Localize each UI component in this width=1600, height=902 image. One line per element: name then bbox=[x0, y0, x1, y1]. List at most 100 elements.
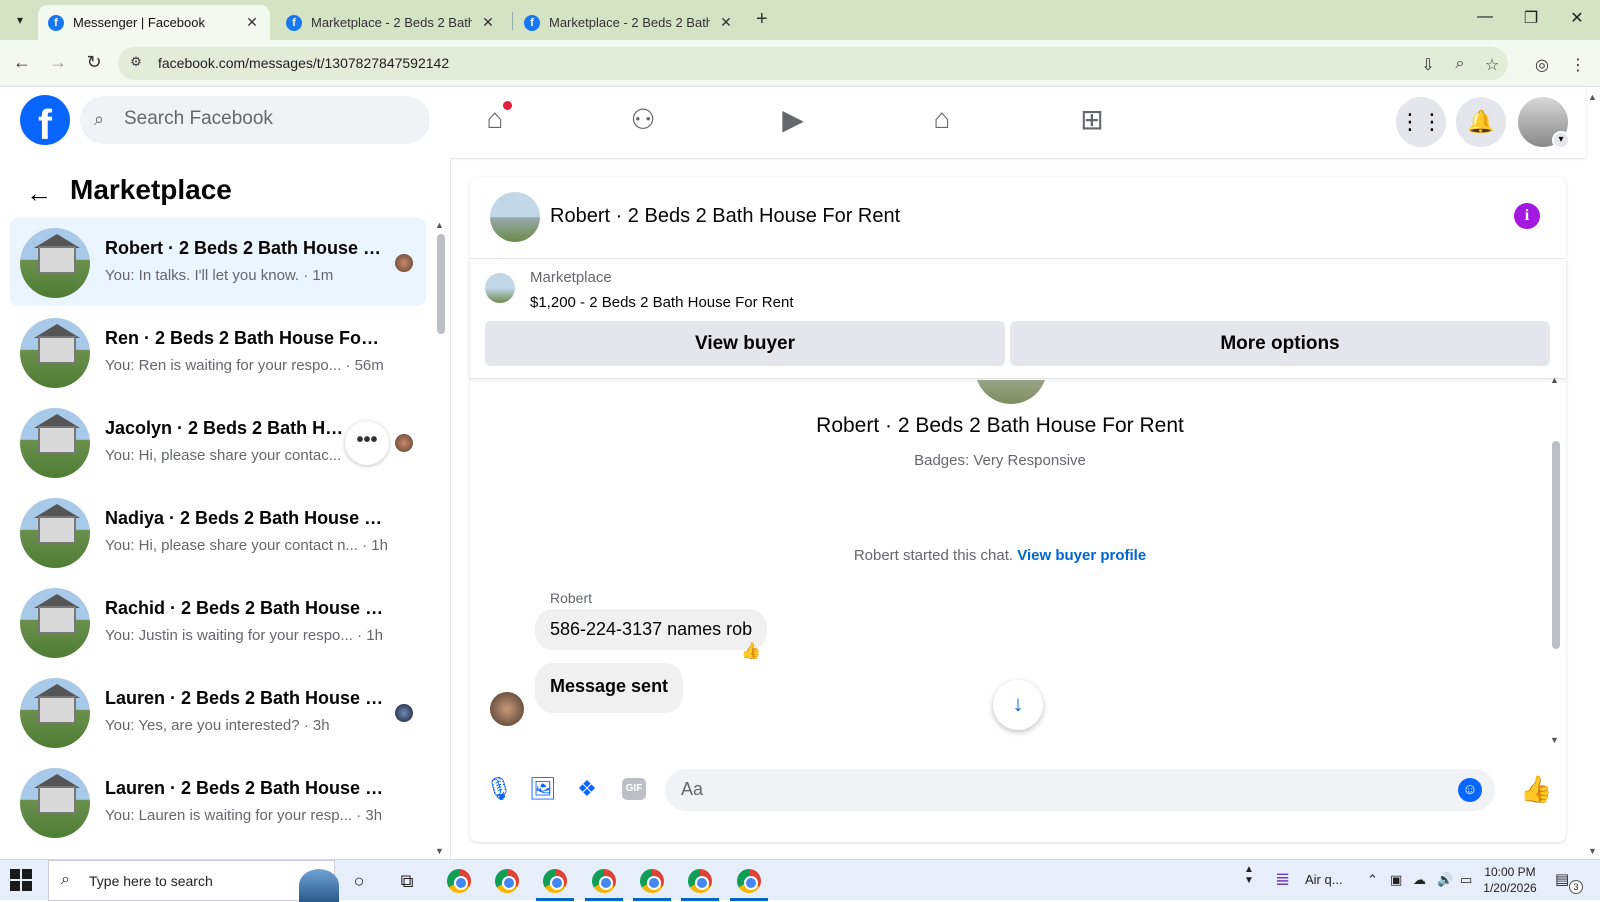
page-scroll-up-arrow-icon[interactable]: ▲ bbox=[1588, 92, 1597, 102]
conversation-item-robert[interactable]: Robert · 2 Beds 2 Bath House For Rent Yo… bbox=[10, 218, 426, 306]
conversation-item-rachid[interactable]: Rachid · 2 Beds 2 Bath House For Rent Yo… bbox=[10, 578, 426, 666]
volume-icon[interactable]: 🔊 bbox=[1437, 872, 1453, 888]
clock-date: 1/20/2026 bbox=[1483, 881, 1537, 895]
back-arrow-icon[interactable]: ← bbox=[26, 178, 52, 209]
address-bar-row: ← → ↻ ⚙ facebook.com/messages/t/13078278… bbox=[0, 40, 1600, 87]
network-icon[interactable]: ▣ bbox=[1390, 872, 1402, 888]
menu-grid-icon[interactable]: ⋮⋮ bbox=[1396, 97, 1446, 147]
scroll-down-arrow-icon[interactable]: ▼ bbox=[1550, 735, 1559, 745]
search-input[interactable] bbox=[124, 108, 414, 130]
chrome-taskbar-icon[interactable] bbox=[592, 869, 616, 893]
tab-search-chevron-icon[interactable]: ▾ bbox=[8, 8, 32, 32]
notifications-bell-icon[interactable]: 🔔 bbox=[1456, 97, 1506, 147]
marketplace-icon[interactable]: ⌂ bbox=[922, 103, 962, 143]
chrome-taskbar-icon[interactable] bbox=[447, 869, 471, 893]
scroll-to-bottom-arrow-icon[interactable]: ↓ bbox=[993, 680, 1043, 730]
account-avatar[interactable]: ▾ bbox=[1518, 97, 1570, 149]
chrome-taskbar-icon[interactable] bbox=[640, 869, 664, 893]
task-view-icon[interactable]: ⧉ bbox=[395, 869, 419, 893]
close-window-icon[interactable]: ✕ bbox=[1554, 8, 1600, 28]
scroll-up-arrow-icon[interactable]: ▲ bbox=[435, 220, 444, 230]
weather-text[interactable]: Air q... bbox=[1305, 872, 1343, 887]
conversation-list-scrollbar[interactable] bbox=[437, 234, 445, 334]
page-scroll-down-arrow-icon[interactable]: ▼ bbox=[1588, 846, 1597, 856]
conversation-item-nadiya[interactable]: Nadiya · 2 Beds 2 Bath House For Rent Yo… bbox=[10, 488, 426, 576]
message-bubble[interactable]: 586-224-3137 names rob bbox=[535, 609, 768, 650]
message-bubble[interactable]: Message sent bbox=[535, 663, 684, 713]
omnibox[interactable]: ⚙ facebook.com/messages/t/13078278475921… bbox=[118, 47, 1508, 80]
view-buyer-profile-link[interactable]: View buyer profile bbox=[1017, 547, 1146, 564]
tab-title: Marketplace - 2 Beds 2 Bath Ho bbox=[549, 15, 710, 30]
video-icon[interactable]: ▶ bbox=[773, 103, 813, 143]
marketplace-conversation-list: ← Marketplace Robert · 2 Beds 2 Bath Hou… bbox=[0, 158, 451, 858]
listing-price-title[interactable]: $1,200 - 2 Beds 2 Bath House For Rent bbox=[530, 294, 794, 311]
taskbar-search[interactable]: ⌕ Type here to search bbox=[48, 860, 339, 902]
display-icon[interactable]: ▭ bbox=[1460, 872, 1472, 888]
gif-icon[interactable]: GIF bbox=[622, 778, 646, 800]
microphone-icon[interactable]: 🎙 bbox=[484, 774, 514, 804]
scroll-down-arrow-icon[interactable]: ▼ bbox=[435, 846, 444, 856]
install-app-icon[interactable]: ⇩ bbox=[1418, 55, 1438, 75]
thumbs-up-reaction-icon[interactable]: 👍 bbox=[741, 641, 761, 661]
bookmark-star-icon[interactable]: ☆ bbox=[1482, 55, 1502, 75]
site-info-icon[interactable]: ⚙ bbox=[126, 54, 146, 74]
zoom-icon[interactable]: ⌕ bbox=[1450, 55, 1470, 73]
minimize-icon[interactable]: — bbox=[1462, 8, 1508, 26]
forward-arrow-icon[interactable]: → bbox=[46, 52, 70, 73]
notification-count: 3 bbox=[1569, 880, 1583, 894]
tab-messenger[interactable]: f Messenger | Facebook ✕ bbox=[38, 5, 270, 40]
chrome-menu-icon[interactable]: ⋮ bbox=[1568, 55, 1588, 75]
conversation-item-jacolyn[interactable]: Jacolyn · 2 Beds 2 Bath House For Rent Y… bbox=[10, 398, 426, 486]
emoji-icon[interactable]: ☺ bbox=[1458, 778, 1482, 802]
friends-icon[interactable]: ⚇ bbox=[623, 103, 663, 143]
cloud-icon[interactable]: ☁ bbox=[1413, 872, 1426, 888]
taskbar-scroll-icon[interactable]: ▲ ▼ bbox=[1244, 864, 1254, 886]
facebook-logo-icon[interactable]: f bbox=[20, 95, 70, 145]
message-field[interactable]: ☺ bbox=[665, 769, 1495, 811]
chrome-taskbar-icon[interactable] bbox=[495, 869, 519, 893]
gaming-icon[interactable]: ⊞ bbox=[1072, 103, 1112, 143]
listing-thumbnail bbox=[20, 678, 90, 748]
back-arrow-icon[interactable]: ← bbox=[10, 52, 34, 73]
message-sender-name: Robert bbox=[550, 590, 593, 606]
new-tab-plus-icon[interactable]: + bbox=[756, 8, 768, 31]
message-input[interactable] bbox=[681, 779, 1441, 800]
view-buyer-button[interactable]: View buyer bbox=[485, 321, 1005, 366]
seen-avatar bbox=[395, 704, 413, 722]
conversation-name: Nadiya · 2 Beds 2 Bath House For Rent bbox=[105, 508, 385, 528]
thread-scrollbar[interactable] bbox=[1552, 441, 1560, 649]
taskbar-clock[interactable]: 10:00 PM 1/20/2026 bbox=[1475, 864, 1545, 896]
close-tab-icon[interactable]: ✕ bbox=[718, 14, 734, 31]
conversation-item-lauren-2[interactable]: Lauren · 2 Beds 2 Bath House For Rent Yo… bbox=[10, 758, 426, 846]
facebook-search[interactable]: ⌕ bbox=[80, 96, 430, 144]
cortana-icon[interactable]: ○ bbox=[347, 869, 371, 893]
chat-started-notice: Robert started this chat. View buyer pro… bbox=[470, 547, 1530, 564]
tab-marketplace-2[interactable]: f Marketplace - 2 Beds 2 Bath Ho ✕ bbox=[514, 5, 744, 40]
profile-icon[interactable]: ◎ bbox=[1532, 55, 1552, 75]
info-icon[interactable]: i bbox=[1514, 203, 1540, 229]
sticker-icon[interactable]: ❖ bbox=[572, 774, 602, 804]
chrome-taskbar-icon[interactable] bbox=[543, 869, 567, 893]
chat-avatar[interactable] bbox=[490, 192, 540, 242]
scroll-up-arrow-icon[interactable]: ▲ bbox=[1550, 375, 1559, 385]
conversation-name: Robert · 2 Beds 2 Bath House For Rent bbox=[105, 238, 385, 258]
more-options-button[interactable]: More options bbox=[1010, 321, 1550, 366]
conversation-item-ren[interactable]: Ren · 2 Beds 2 Bath House For Rent You: … bbox=[10, 308, 426, 396]
more-options-icon[interactable]: ••• bbox=[345, 421, 389, 465]
conversation-item-lauren[interactable]: Lauren · 2 Beds 2 Bath House For Rent Yo… bbox=[10, 668, 426, 756]
notification-center-icon[interactable]: ▤ 3 bbox=[1555, 870, 1583, 894]
chrome-taskbar-icon[interactable] bbox=[688, 869, 712, 893]
tab-marketplace-1[interactable]: f Marketplace - 2 Beds 2 Bath Ho ✕ bbox=[276, 5, 506, 40]
attach-photo-icon[interactable]: 🖼 bbox=[528, 774, 558, 804]
windows-start-icon[interactable] bbox=[10, 869, 32, 891]
close-tab-icon[interactable]: ✕ bbox=[480, 14, 496, 31]
chat-title[interactable]: Robert · 2 Beds 2 Bath House For Rent bbox=[550, 205, 900, 228]
url-text: facebook.com/messages/t/1307827847592142 bbox=[158, 55, 450, 71]
show-hidden-icons-chevron-icon[interactable]: ⌃ bbox=[1367, 872, 1378, 888]
reload-icon[interactable]: ↻ bbox=[82, 52, 106, 73]
restore-icon[interactable]: ❐ bbox=[1508, 8, 1554, 28]
close-tab-icon[interactable]: ✕ bbox=[244, 14, 260, 31]
buyer-avatar[interactable] bbox=[490, 692, 524, 726]
thumbs-up-send-icon[interactable]: 👍 bbox=[1520, 774, 1552, 805]
chrome-taskbar-icon[interactable] bbox=[737, 869, 761, 893]
